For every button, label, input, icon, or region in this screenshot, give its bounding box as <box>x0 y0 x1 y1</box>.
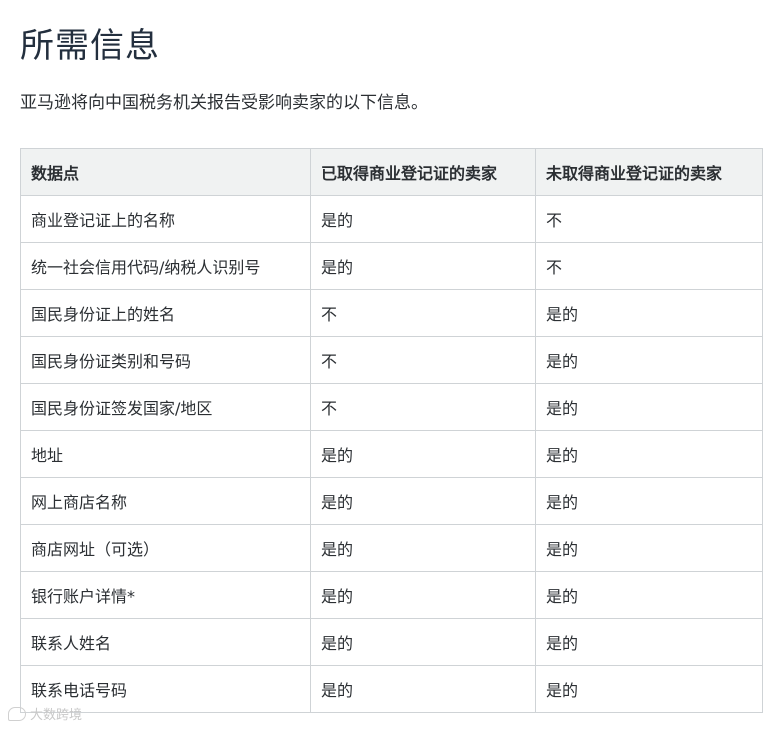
cell-data-point: 国民身份证类别和号码 <box>20 336 311 384</box>
cell-without-license: 是的 <box>535 477 763 525</box>
cell-with-license: 是的 <box>310 430 536 478</box>
cell-data-point: 网上商店名称 <box>20 477 311 525</box>
page-title: 所需信息 <box>20 26 160 66</box>
watermark: 大数跨境 <box>8 704 82 723</box>
cell-with-license: 是的 <box>310 618 536 666</box>
table-row: 联系电话号码 是的 是的 <box>20 665 763 713</box>
table-header-row: 数据点 已取得商业登记证的卖家 未取得商业登记证的卖家 <box>20 148 763 196</box>
table-row: 国民身份证签发国家/地区 不 是的 <box>20 383 763 431</box>
header-without-license: 未取得商业登记证的卖家 <box>535 148 763 196</box>
table-row: 商店网址（可选） 是的 是的 <box>20 524 763 572</box>
table-row: 商业登记证上的名称 是的 不 <box>20 195 763 243</box>
table-row: 地址 是的 是的 <box>20 430 763 478</box>
cell-data-point: 地址 <box>20 430 311 478</box>
cell-with-license: 是的 <box>310 195 536 243</box>
table-row: 网上商店名称 是的 是的 <box>20 477 763 525</box>
cell-data-point: 国民身份证签发国家/地区 <box>20 383 311 431</box>
cell-without-license: 是的 <box>535 336 763 384</box>
cell-with-license: 不 <box>310 289 536 337</box>
cell-without-license: 是的 <box>535 430 763 478</box>
cell-without-license: 不 <box>535 195 763 243</box>
cell-data-point: 统一社会信用代码/纳税人识别号 <box>20 242 311 290</box>
cell-with-license: 不 <box>310 383 536 431</box>
cell-data-point: 国民身份证上的姓名 <box>20 289 311 337</box>
watermark-text: 大数跨境 <box>30 708 83 723</box>
cell-without-license: 是的 <box>535 618 763 666</box>
header-data-point: 数据点 <box>20 148 311 196</box>
intro-text: 亚马逊将向中国税务机关报告受影响卖家的以下信息。 <box>20 93 428 113</box>
cell-with-license: 不 <box>310 336 536 384</box>
cell-with-license: 是的 <box>310 571 536 619</box>
table-row: 联系人姓名 是的 是的 <box>20 618 763 666</box>
cell-without-license: 是的 <box>535 665 763 713</box>
cell-without-license: 是的 <box>535 289 763 337</box>
cell-data-point: 商业登记证上的名称 <box>20 195 311 243</box>
cell-data-point: 商店网址（可选） <box>20 524 311 572</box>
cell-without-license: 是的 <box>535 383 763 431</box>
cell-with-license: 是的 <box>310 242 536 290</box>
table-row: 统一社会信用代码/纳税人识别号 是的 不 <box>20 242 763 290</box>
cell-data-point: 银行账户详情* <box>20 571 311 619</box>
cell-data-point: 联系人姓名 <box>20 618 311 666</box>
table-row: 银行账户详情* 是的 是的 <box>20 571 763 619</box>
cell-without-license: 是的 <box>535 571 763 619</box>
cell-without-license: 不 <box>535 242 763 290</box>
info-table: 数据点 已取得商业登记证的卖家 未取得商业登记证的卖家 商业登记证上的名称 是的… <box>20 148 763 713</box>
table-row: 国民身份证类别和号码 不 是的 <box>20 336 763 384</box>
cell-with-license: 是的 <box>310 665 536 713</box>
cell-without-license: 是的 <box>535 524 763 572</box>
cell-with-license: 是的 <box>310 524 536 572</box>
chat-bubble-icon <box>8 706 26 721</box>
cell-with-license: 是的 <box>310 477 536 525</box>
table-row: 国民身份证上的姓名 不 是的 <box>20 289 763 337</box>
header-with-license: 已取得商业登记证的卖家 <box>310 148 536 196</box>
